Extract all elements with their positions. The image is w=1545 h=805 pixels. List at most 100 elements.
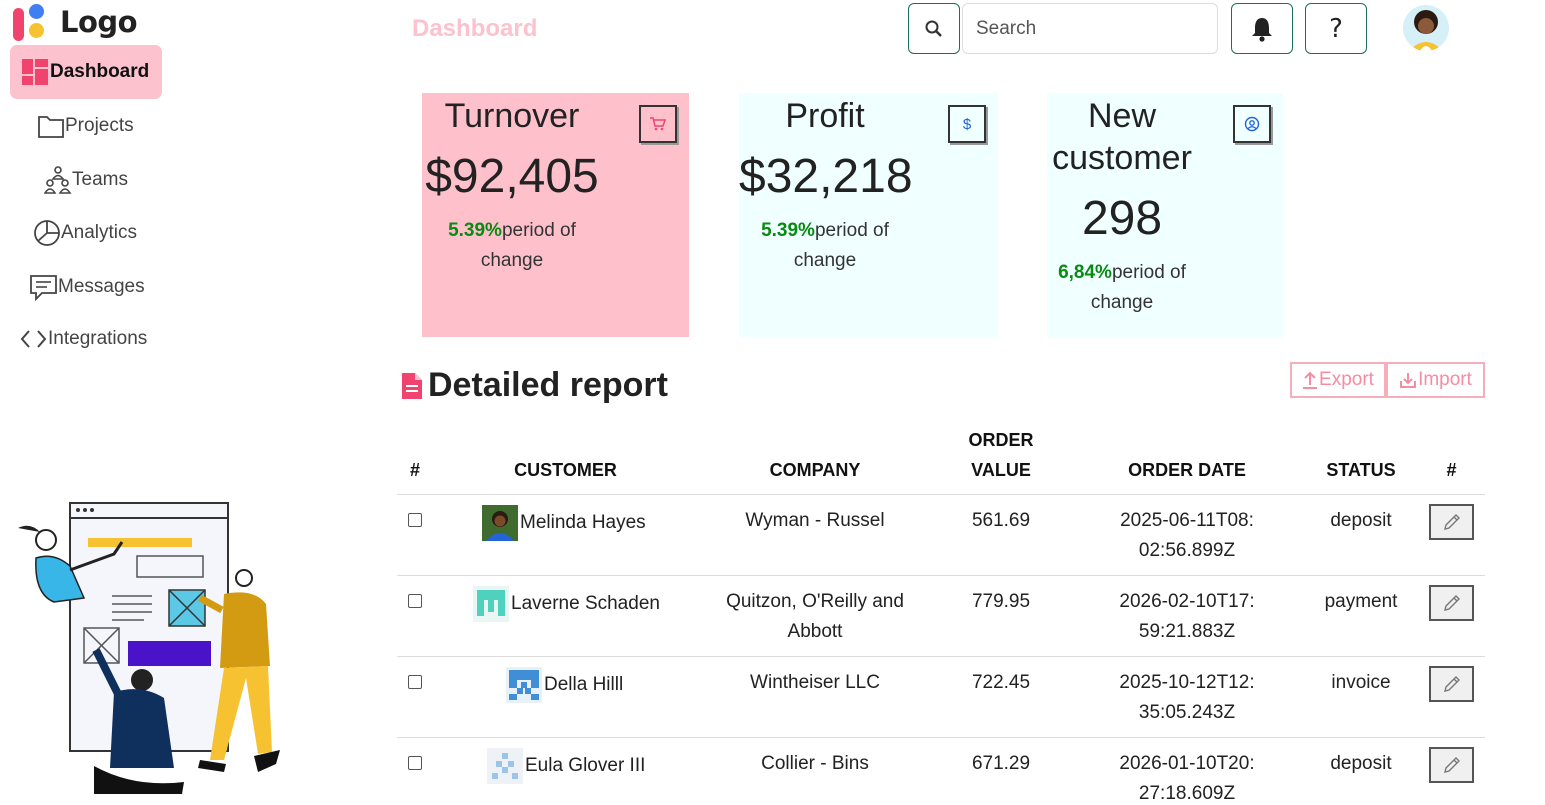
edit-button[interactable] (1429, 747, 1474, 783)
sidebar-item-projects[interactable]: Projects (37, 113, 134, 139)
customer-cell: Melinda Hayes (482, 505, 646, 541)
row-checkbox[interactable] (408, 513, 422, 527)
upload-icon (1303, 371, 1318, 389)
dollar-icon: $ (962, 115, 972, 133)
import-label: Import (1418, 369, 1472, 390)
pencil-icon (1443, 595, 1460, 611)
column-header-actions: # (1446, 460, 1457, 480)
dollar-button[interactable]: $ (948, 105, 986, 143)
company-cell: Wintheiser LLC (750, 672, 880, 693)
order-date-cell: 2025-10-12T12:35:05.243Z (1119, 672, 1255, 723)
logo-text: Logo (60, 5, 138, 39)
cart-icon (650, 117, 667, 131)
sidebar-item-messages[interactable]: Messages (29, 273, 145, 301)
card-title: Profit (785, 97, 865, 135)
sidebar-item-dashboard[interactable]: Dashboard (10, 45, 162, 99)
sidebar-item-label: Messages (58, 276, 145, 297)
customer-name: Della Hilll (544, 674, 624, 695)
user-button[interactable] (1233, 105, 1271, 143)
user-circle-icon (1244, 116, 1260, 132)
stat-card-turnover: Turnover $92,405 5.39%period of change (422, 93, 689, 337)
cart-button[interactable] (639, 105, 677, 143)
user-avatar[interactable] (1403, 5, 1449, 51)
card-change-percent: 5.39% (761, 220, 815, 241)
row-checkbox[interactable] (408, 675, 422, 689)
status-cell: payment (1324, 591, 1398, 612)
status-cell: deposit (1330, 753, 1392, 774)
import-button[interactable]: Import (1386, 362, 1485, 398)
sidebar-item-label: Teams (72, 169, 128, 190)
sidebar-item-teams[interactable]: Teams (44, 165, 128, 195)
sidebar-item-label: Analytics (61, 222, 138, 243)
card-change: 5.39%period of change (422, 216, 602, 276)
card-change-percent: 5.39% (448, 220, 502, 241)
search-input[interactable] (962, 3, 1218, 54)
customer-cell: Eula Glover III (487, 748, 645, 784)
sidebar-item-integrations[interactable]: Integrations (19, 327, 147, 351)
bell-icon (1252, 17, 1272, 42)
column-header-order-date[interactable]: ORDER DATE (1097, 455, 1277, 485)
row-checkbox[interactable] (408, 756, 422, 770)
column-header-order-value[interactable]: ORDER VALUE (953, 425, 1049, 485)
search-icon (925, 20, 942, 37)
customer-avatar (487, 748, 523, 784)
card-change-percent: 6,84% (1058, 262, 1112, 283)
card-change: 5.39%period of change (739, 216, 911, 276)
customer-name: Eula Glover III (525, 755, 646, 776)
sidebar-item-label: Integrations (48, 328, 148, 349)
customer-cell: Della Hilll (506, 667, 623, 703)
column-header-company[interactable]: COMPANY (715, 455, 915, 485)
row-checkbox[interactable] (408, 594, 422, 608)
edit-button[interactable] (1429, 504, 1474, 540)
edit-button[interactable] (1429, 585, 1474, 621)
code-icon (20, 330, 47, 348)
customer-avatar (482, 505, 518, 541)
sidebar-item-analytics[interactable]: Analytics (33, 219, 137, 247)
report-title: Detailed report (400, 366, 668, 405)
table-row: Laverne Schaden Quitzon, O'Reilly and Ab… (397, 576, 1485, 657)
search-button[interactable] (908, 3, 960, 54)
customer-cell: Laverne Schaden (473, 586, 660, 622)
card-value: $92,405 (425, 150, 599, 203)
order-date-cell: 2026-01-10T20:27:18.609Z (1119, 753, 1255, 804)
column-header-select: # (409, 460, 420, 480)
sidebar-item-label: Projects (65, 115, 134, 136)
status-cell: deposit (1330, 510, 1392, 531)
notifications-button[interactable] (1231, 3, 1293, 54)
table-header: # CUSTOMER COMPANY ORDER VALUE ORDER DAT… (397, 420, 1485, 495)
customer-avatar (506, 667, 542, 703)
table-row: Della Hilll Wintheiser LLC 722.45 2025-1… (397, 657, 1485, 738)
team-illustration (18, 502, 280, 794)
order-value-cell: 722.45 (971, 672, 1031, 693)
card-value: $32,218 (739, 150, 913, 203)
order-value-cell: 671.29 (971, 753, 1031, 774)
table-row: Melinda Hayes Wyman - Russel 561.69 2025… (397, 495, 1485, 576)
card-title: Turnover (444, 97, 580, 135)
avatar-image (1403, 5, 1449, 51)
order-value-cell: 779.95 (971, 591, 1031, 612)
stat-card-new-customer: New customer 298 6,84%period of change (1047, 93, 1283, 337)
logo[interactable]: Logo (12, 2, 138, 42)
edit-button[interactable] (1429, 666, 1474, 702)
pie-chart-icon (34, 220, 60, 246)
customer-avatar (473, 586, 509, 622)
order-date-cell: 2026-02-10T17:59:21.883Z (1119, 591, 1255, 642)
export-button[interactable]: Export (1290, 362, 1386, 398)
dashboard-icon (22, 59, 48, 85)
order-date-cell: 2025-06-11T08:02:56.899Z (1120, 510, 1254, 561)
column-header-status[interactable]: STATUS (1309, 455, 1413, 485)
column-header-customer[interactable]: CUSTOMER (483, 455, 648, 485)
download-icon (1400, 373, 1417, 388)
status-cell: invoice (1331, 672, 1391, 693)
document-icon (402, 372, 422, 399)
customer-name: Laverne Schaden (511, 593, 660, 614)
logo-mark-icon (12, 2, 52, 42)
pencil-icon (1443, 514, 1460, 530)
company-cell: Collier - Bins (761, 753, 869, 774)
pencil-icon (1443, 676, 1460, 692)
order-value-cell: 561.69 (971, 510, 1031, 531)
company-cell: Wyman - Russel (745, 510, 885, 531)
page-title: Dashboard (412, 15, 538, 42)
company-cell: Quitzon, O'Reilly and Abbott (726, 591, 904, 642)
help-button[interactable]: ? (1305, 3, 1367, 54)
